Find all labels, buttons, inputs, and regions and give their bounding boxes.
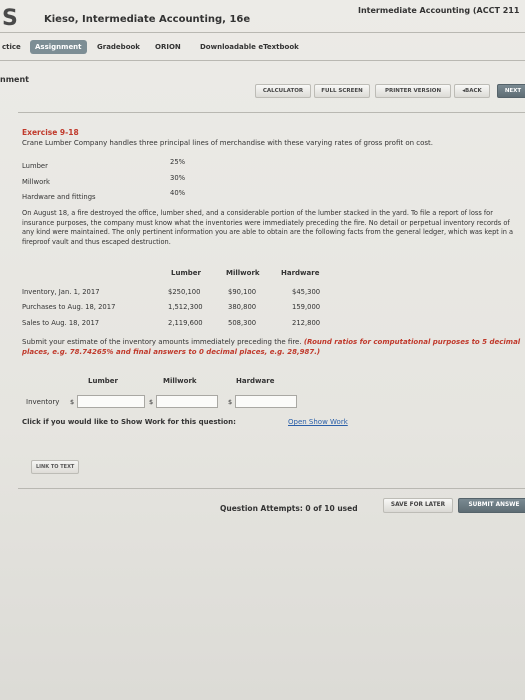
section-label: nment bbox=[0, 75, 29, 84]
exercise-title: Exercise 9-18 bbox=[22, 128, 79, 137]
show-work-prompt: Click if you would like to Show Work for… bbox=[22, 418, 236, 426]
nav-divider bbox=[0, 60, 525, 61]
answer-header-hardware: Hardware bbox=[236, 377, 275, 385]
line-name: Millwork bbox=[22, 178, 50, 186]
cell-lumber: 1,512,300 bbox=[168, 303, 203, 311]
answer-header-lumber: Lumber bbox=[88, 377, 118, 385]
currency-symbol: $ bbox=[70, 398, 75, 406]
column-header-hardware: Hardware bbox=[281, 269, 320, 277]
assignment-page: S Kieso, Intermediate Accounting, 16e In… bbox=[0, 0, 525, 700]
hardware-inventory-input[interactable] bbox=[235, 395, 297, 408]
line-name: Hardware and fittings bbox=[22, 193, 96, 201]
problem-paragraph: On August 18, a fire destroyed the offic… bbox=[22, 209, 514, 246]
answer-header-millwork: Millwork bbox=[163, 377, 197, 385]
millwork-inventory-input[interactable] bbox=[156, 395, 218, 408]
row-label: Sales to Aug. 18, 2017 bbox=[22, 319, 100, 327]
cell-hardware: 159,000 bbox=[292, 303, 321, 311]
row-label: Inventory, Jan. 1, 2017 bbox=[22, 288, 100, 296]
cell-millwork: $90,100 bbox=[228, 288, 257, 296]
next-button[interactable]: NEXT bbox=[497, 84, 525, 98]
cell-lumber: 2,119,600 bbox=[168, 319, 203, 327]
exercise-description: Crane Lumber Company handles three princ… bbox=[22, 139, 434, 147]
answer-row-inventory: Inventory $ $ $ bbox=[22, 395, 422, 411]
line-rate: 40% bbox=[170, 189, 186, 197]
nav-etextbook[interactable]: Downloadable eTextbook bbox=[195, 40, 304, 54]
line-rate: 30% bbox=[170, 174, 186, 182]
row-label: Purchases to Aug. 18, 2017 bbox=[22, 303, 116, 311]
footer-divider bbox=[18, 488, 525, 489]
lumber-inventory-input[interactable] bbox=[77, 395, 145, 408]
calculator-button[interactable]: CALCULATOR bbox=[255, 84, 311, 98]
open-show-work-link[interactable]: Open Show Work bbox=[288, 418, 348, 426]
app-header: S Kieso, Intermediate Accounting, 16e In… bbox=[0, 0, 525, 32]
brand-logo: S bbox=[2, 6, 18, 31]
line-rate: 25% bbox=[170, 158, 186, 166]
back-button[interactable]: ◂BACK bbox=[454, 84, 490, 98]
currency-symbol: $ bbox=[228, 398, 233, 406]
table-row: Sales to Aug. 18, 2017 2,119,600 508,300… bbox=[22, 319, 422, 332]
table-row: Inventory, Jan. 1, 2017 $250,100 $90,100… bbox=[22, 288, 422, 301]
back-button-label: BACK bbox=[465, 88, 482, 94]
list-item: Lumber 25% bbox=[22, 158, 272, 174]
submit-instructions: Submit your estimate of the inventory am… bbox=[22, 337, 522, 357]
list-item: Hardware and fittings 40% bbox=[22, 189, 272, 205]
course-title: Intermediate Accounting (ACCT 211 bbox=[358, 6, 520, 15]
currency-symbol: $ bbox=[149, 398, 154, 406]
cell-millwork: 380,800 bbox=[228, 303, 257, 311]
full-screen-button[interactable]: FULL SCREEN bbox=[314, 84, 370, 98]
line-name: Lumber bbox=[22, 162, 48, 170]
nav-orion[interactable]: ORION bbox=[150, 40, 186, 54]
submit-answer-button[interactable]: SUBMIT ANSWE bbox=[458, 498, 525, 513]
header-divider bbox=[0, 32, 525, 33]
question-panel: Exercise 9-18 Crane Lumber Company handl… bbox=[18, 117, 525, 517]
cell-millwork: 508,300 bbox=[228, 319, 257, 327]
nav-gradebook[interactable]: Gradebook bbox=[92, 40, 145, 54]
main-nav: ctice Assignment Gradebook ORION Downloa… bbox=[0, 36, 525, 58]
inventory-label: Inventory bbox=[26, 398, 60, 406]
cell-hardware: $45,300 bbox=[292, 288, 321, 296]
instruction-text: Submit your estimate of the inventory am… bbox=[22, 338, 302, 346]
printer-version-button[interactable]: PRINTER VERSION bbox=[375, 84, 451, 98]
table-row: Purchases to Aug. 18, 2017 1,512,300 380… bbox=[22, 303, 422, 316]
question-attempts: Question Attempts: 0 of 10 used bbox=[220, 504, 358, 513]
link-to-text-button[interactable]: LINK TO TEXT bbox=[31, 460, 80, 474]
nav-practice[interactable]: ctice bbox=[0, 40, 26, 54]
cell-lumber: $250,100 bbox=[168, 288, 201, 296]
column-header-lumber: Lumber bbox=[171, 269, 201, 277]
save-for-later-button[interactable]: SAVE FOR LATER bbox=[383, 498, 453, 513]
nav-assignment[interactable]: Assignment bbox=[30, 40, 87, 54]
column-header-millwork: Millwork bbox=[226, 269, 260, 277]
cell-hardware: 212,800 bbox=[292, 319, 321, 327]
book-title: Kieso, Intermediate Accounting, 16e bbox=[44, 14, 251, 25]
content-top-divider bbox=[18, 112, 525, 113]
list-item: Millwork 30% bbox=[22, 174, 272, 190]
